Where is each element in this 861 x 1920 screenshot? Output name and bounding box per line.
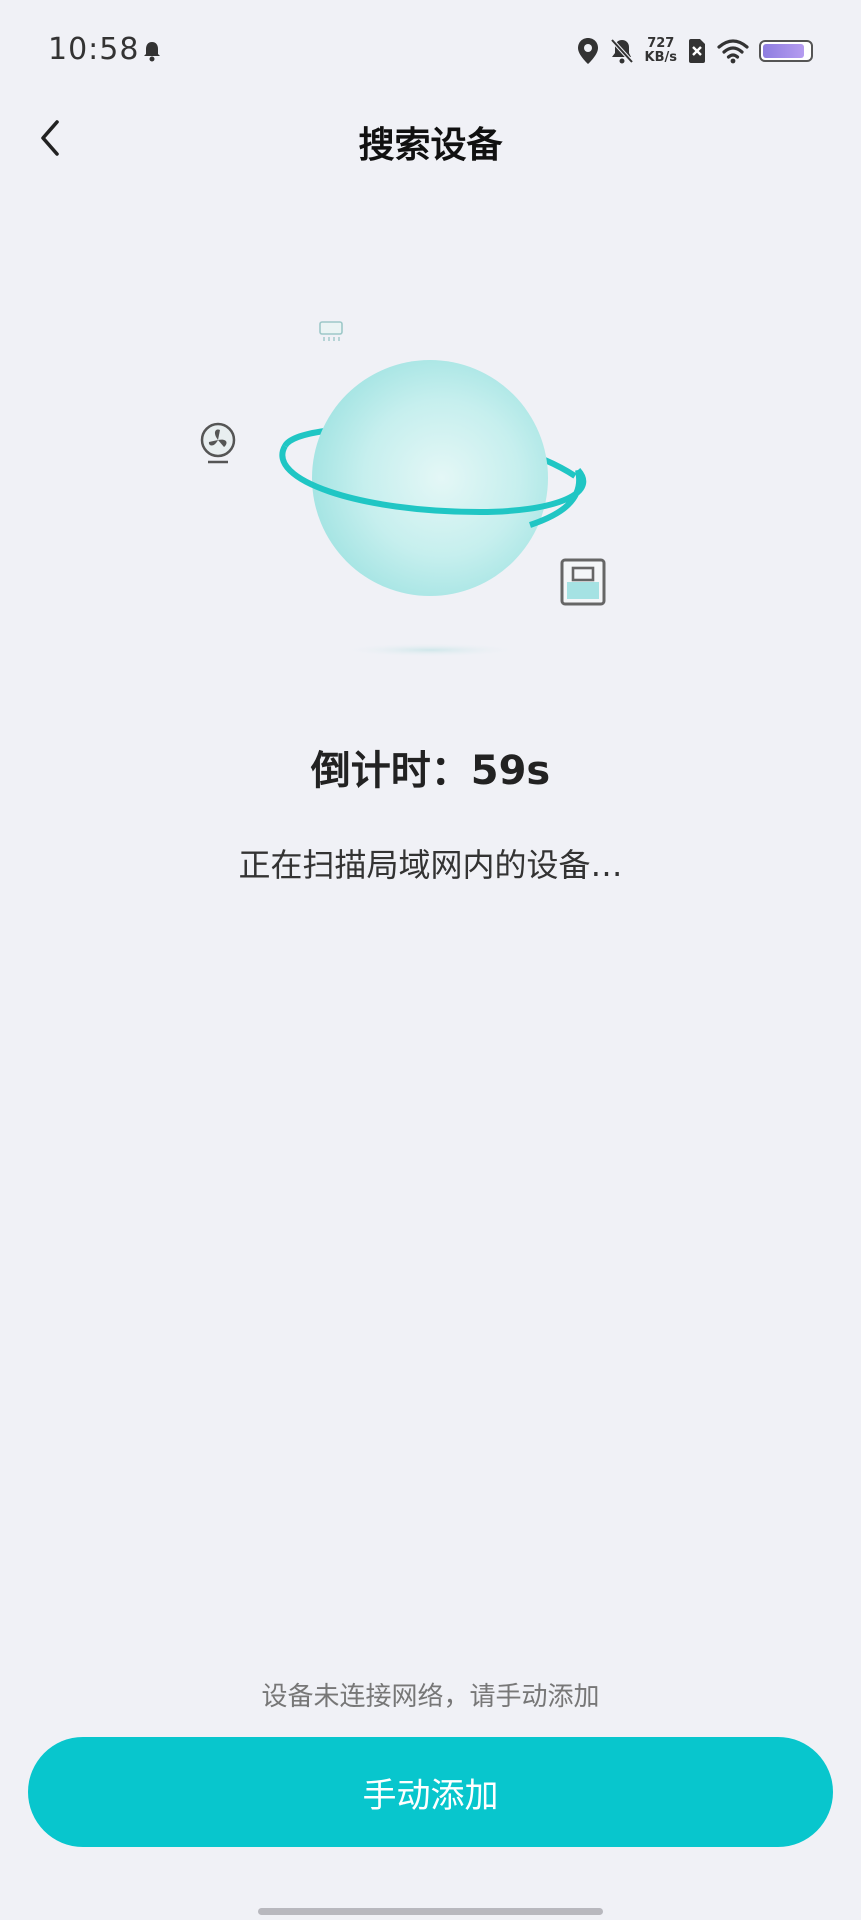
nav-bar: 搜索设备 [0, 100, 861, 176]
planet-icon [312, 360, 548, 596]
switch-panel-icon [560, 558, 606, 606]
status-time: 10:58 [48, 32, 140, 67]
air-conditioner-icon [319, 321, 343, 341]
manual-add-button[interactable]: 手动添加 [28, 1737, 833, 1847]
net-speed-value: 727 [647, 36, 675, 51]
manual-add-hint: 设备未连接网络，请手动添加 [261, 1682, 600, 1712]
battery-level-fill [763, 44, 804, 58]
battery-icon [759, 40, 813, 62]
location-icon [577, 37, 599, 65]
fan-icon [200, 422, 236, 464]
wifi-icon [717, 38, 749, 64]
net-speed-unit: KB/s [644, 50, 677, 65]
status-bar: 10:58 727 KB/s [0, 0, 861, 100]
home-indicator[interactable] [258, 1908, 603, 1915]
page-title: 搜索设备 [358, 125, 503, 166]
bell-icon [142, 40, 162, 62]
mute-icon [609, 37, 635, 65]
status-icons: 727 KB/s [577, 34, 813, 68]
planet-shadow [340, 643, 520, 657]
countdown-text: 倒计时：59s [310, 748, 551, 794]
scan-illustration [180, 300, 640, 680]
net-speed: 727 KB/s [645, 37, 677, 65]
scan-status-text: 正在扫描局域网内的设备… [238, 846, 623, 884]
sim-blocked-icon [687, 38, 707, 64]
manual-add-label: 手动添加 [362, 1775, 499, 1816]
